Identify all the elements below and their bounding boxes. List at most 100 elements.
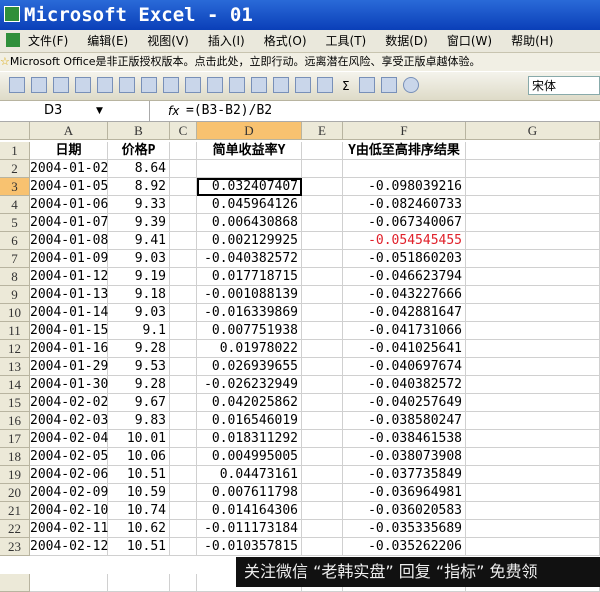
cell[interactable] (302, 412, 343, 430)
cell[interactable] (466, 286, 600, 304)
cell[interactable] (302, 286, 343, 304)
price-cell[interactable]: 9.1 (108, 322, 170, 340)
hyperlink-icon[interactable] (295, 77, 311, 93)
sorted-return-cell[interactable]: -0.041025641 (343, 340, 466, 358)
open-icon[interactable] (31, 77, 47, 93)
return-cell[interactable]: -0.016339869 (197, 304, 302, 322)
column-header-g[interactable]: G (466, 122, 600, 140)
web-icon[interactable] (317, 77, 333, 93)
cell[interactable] (302, 358, 343, 376)
cell[interactable] (302, 376, 343, 394)
menu-item[interactable]: 数据(D) (385, 34, 428, 48)
cell[interactable] (302, 538, 343, 556)
cell[interactable] (302, 340, 343, 358)
cell[interactable] (170, 412, 197, 430)
return-cell[interactable]: 0.016546019 (197, 412, 302, 430)
date-cell[interactable]: 2004-01-02 (30, 160, 108, 178)
return-cell[interactable]: 0.042025862 (197, 394, 302, 412)
return-cell[interactable]: 0.007611798 (197, 484, 302, 502)
row-header[interactable]: 23 (0, 538, 30, 556)
sorted-return-cell[interactable]: -0.051860203 (343, 250, 466, 268)
cell[interactable] (466, 304, 600, 322)
cell[interactable] (466, 358, 600, 376)
return-cell[interactable]: 0.007751938 (197, 322, 302, 340)
column-header-d[interactable]: D (197, 122, 302, 140)
cell[interactable] (170, 214, 197, 232)
date-cell[interactable]: 2004-01-13 (30, 286, 108, 304)
new-icon[interactable] (9, 77, 25, 93)
print-preview-icon[interactable] (141, 77, 157, 93)
date-cell[interactable]: 2004-02-06 (30, 466, 108, 484)
cell[interactable] (302, 160, 343, 178)
column-header-e[interactable]: E (302, 122, 343, 140)
row-header[interactable]: 1 (0, 142, 30, 160)
cell[interactable] (170, 484, 197, 502)
price-cell[interactable]: 8.92 (108, 178, 170, 196)
sorted-return-cell[interactable]: -0.041731066 (343, 322, 466, 340)
date-cell[interactable]: 2004-02-03 (30, 412, 108, 430)
date-cell[interactable]: 2004-02-05 (30, 448, 108, 466)
date-cell[interactable]: 2004-01-12 (30, 268, 108, 286)
return-cell[interactable] (197, 160, 302, 178)
return-cell[interactable]: 0.006430868 (197, 214, 302, 232)
date-cell[interactable]: 2004-01-29 (30, 358, 108, 376)
sorted-return-cell[interactable]: -0.067340067 (343, 214, 466, 232)
price-cell[interactable]: 9.18 (108, 286, 170, 304)
date-cell[interactable]: 2004-01-30 (30, 376, 108, 394)
price-cell[interactable]: 9.39 (108, 214, 170, 232)
cell[interactable] (466, 178, 600, 196)
cell[interactable] (170, 340, 197, 358)
cell[interactable] (170, 196, 197, 214)
sorted-return-cell[interactable]: -0.082460733 (343, 196, 466, 214)
email-icon[interactable] (97, 77, 113, 93)
cell[interactable] (170, 430, 197, 448)
menu-item[interactable]: 工具(T) (326, 34, 367, 48)
return-cell[interactable]: 0.04473161 (197, 466, 302, 484)
return-cell[interactable]: -0.010357815 (197, 538, 302, 556)
row-header[interactable] (0, 574, 30, 592)
cell[interactable] (302, 268, 343, 286)
cell[interactable] (302, 430, 343, 448)
chevron-down-icon[interactable]: ▼ (96, 101, 103, 121)
cell[interactable] (170, 466, 197, 484)
sorted-return-cell[interactable]: -0.046623794 (343, 268, 466, 286)
row-header[interactable]: 6 (0, 232, 30, 250)
sorted-return-cell[interactable]: -0.040257649 (343, 394, 466, 412)
menu-item[interactable]: 编辑(E) (87, 34, 128, 48)
cell[interactable] (302, 448, 343, 466)
cell[interactable] (30, 574, 108, 592)
cell[interactable] (170, 520, 197, 538)
cell[interactable] (170, 502, 197, 520)
row-header[interactable]: 9 (0, 286, 30, 304)
date-cell[interactable]: 2004-01-07 (30, 214, 108, 232)
cell[interactable] (302, 214, 343, 232)
paste-icon[interactable] (251, 77, 267, 93)
return-cell[interactable]: -0.026232949 (197, 376, 302, 394)
return-cell[interactable]: 0.018311292 (197, 430, 302, 448)
row-header[interactable]: 22 (0, 520, 30, 538)
row-header[interactable]: 12 (0, 340, 30, 358)
sorted-return-cell[interactable]: -0.038580247 (343, 412, 466, 430)
return-cell[interactable]: 0.017718715 (197, 268, 302, 286)
sorted-return-cell[interactable]: -0.038461538 (343, 430, 466, 448)
row-header[interactable]: 3 (0, 178, 30, 196)
price-cell[interactable]: 9.83 (108, 412, 170, 430)
return-cell[interactable]: 0.014164306 (197, 502, 302, 520)
price-cell[interactable]: 8.64 (108, 160, 170, 178)
cell[interactable] (466, 232, 600, 250)
price-cell[interactable]: 10.59 (108, 484, 170, 502)
cell[interactable] (170, 376, 197, 394)
sorted-return-cell[interactable] (343, 160, 466, 178)
cell[interactable] (466, 340, 600, 358)
price-cell[interactable]: 10.51 (108, 466, 170, 484)
date-cell[interactable]: 2004-01-09 (30, 250, 108, 268)
save-icon[interactable] (53, 77, 69, 93)
sorted-return-cell[interactable]: -0.098039216 (343, 178, 466, 196)
cell[interactable] (466, 160, 600, 178)
copy-icon[interactable] (229, 77, 245, 93)
menu-item[interactable]: 文件(F) (28, 34, 68, 48)
cell[interactable] (302, 484, 343, 502)
menu-item[interactable]: 帮助(H) (511, 34, 553, 48)
cell[interactable] (302, 322, 343, 340)
cell[interactable] (170, 394, 197, 412)
